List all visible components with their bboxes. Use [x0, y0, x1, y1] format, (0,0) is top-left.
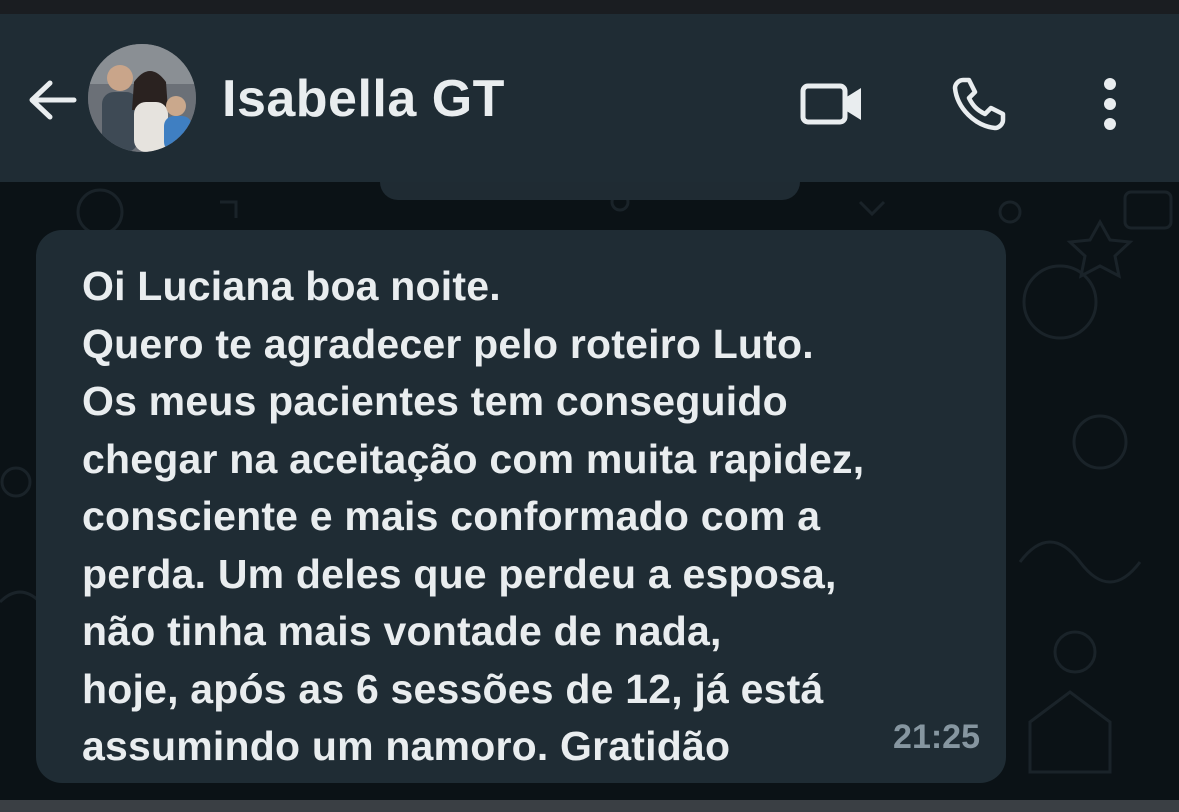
- phone-icon: [952, 77, 1006, 131]
- message-bubble[interactable]: Oi Luciana boa noite. Quero te agradecer…: [36, 230, 1006, 783]
- message-line: Oi Luciana boa noite.: [82, 263, 501, 309]
- message-line: Os meus pacientes tem conseguido: [82, 378, 788, 424]
- chat-header: Isabella GT: [0, 14, 1179, 182]
- message-line: consciente e mais conformado com a: [82, 493, 821, 539]
- voice-call-button[interactable]: [944, 69, 1014, 139]
- bottom-edge: [0, 800, 1179, 812]
- more-vertical-icon: [1104, 78, 1116, 130]
- arrow-left-icon: [29, 80, 77, 120]
- status-bar: [0, 0, 1179, 14]
- message-line: chegar na aceitação com muita rapidez,: [82, 435, 865, 482]
- contact-photo: [88, 44, 196, 152]
- back-button[interactable]: [22, 70, 82, 130]
- message-line: Quero te agradecer pelo roteiro Luto.: [82, 320, 814, 367]
- video-call-icon: [800, 83, 861, 125]
- message-line: perda. Um deles que perdeu a esposa,: [82, 550, 837, 597]
- avatar[interactable]: [88, 44, 196, 152]
- contact-name[interactable]: Isabella GT: [222, 64, 505, 134]
- message-line: hoje, após as 6 sessões de 12, já está: [82, 665, 824, 712]
- message-timestamp: 21:25: [893, 718, 980, 756]
- chat-area[interactable]: Oi Luciana boa noite. Quero te agradecer…: [0, 182, 1179, 800]
- more-options-button[interactable]: [1075, 69, 1145, 139]
- message-line: não tinha mais vontade de nada,: [82, 608, 722, 654]
- previous-message-bubble: [380, 182, 800, 200]
- message-line: assumindo um namoro. Gratidão: [82, 723, 731, 769]
- chat-screen: Isabella GT Oi Luciana boa noite. Quero …: [0, 0, 1179, 812]
- video-call-button[interactable]: [797, 69, 867, 139]
